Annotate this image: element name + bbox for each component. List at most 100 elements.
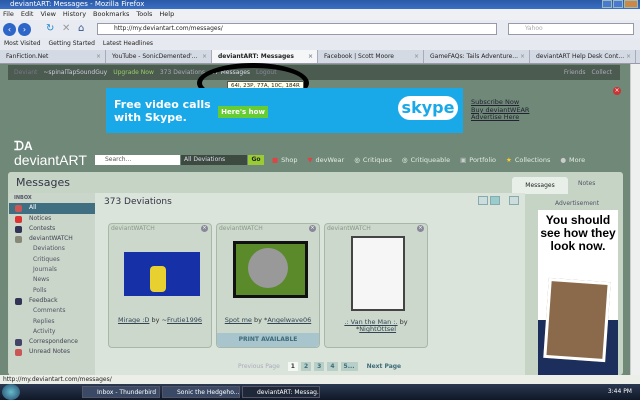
advertise-link[interactable]: Advertise Here bbox=[471, 113, 529, 122]
tab-deviantart-help[interactable]: deviantART Help Desk Cont... × bbox=[530, 50, 636, 63]
heres-how-button[interactable]: Here's how bbox=[218, 106, 268, 118]
tab-facebook[interactable]: Facebook | Scott Moore × bbox=[318, 50, 424, 63]
sidebar-item-journals[interactable]: Journals bbox=[9, 265, 95, 275]
print-available-button[interactable]: PRINT AVAILABLE bbox=[217, 333, 319, 347]
close-button[interactable] bbox=[624, 0, 638, 8]
deviation-title-link[interactable]: Mirage :D bbox=[118, 316, 149, 324]
menu-bookmarks[interactable]: Bookmarks bbox=[93, 9, 129, 20]
menu-edit[interactable]: Edit bbox=[21, 9, 34, 20]
tab-gamefaqs[interactable]: GameFAQs: Tails Adventure... × bbox=[424, 50, 530, 63]
tab-notes[interactable]: Notes bbox=[578, 180, 595, 187]
sidebar-item-contests[interactable]: Contests bbox=[9, 224, 95, 234]
maximize-button[interactable] bbox=[613, 0, 623, 8]
menu-history[interactable]: History bbox=[63, 9, 86, 20]
collect-menu[interactable]: Collect bbox=[591, 65, 612, 80]
minimize-button[interactable] bbox=[602, 0, 612, 8]
sidebar-item-news[interactable]: News bbox=[9, 275, 95, 285]
page-4[interactable]: 4 bbox=[327, 362, 338, 371]
sidebar-item-polls[interactable]: Polls bbox=[9, 286, 95, 296]
bookmark-getting-started[interactable]: Getting Started bbox=[49, 38, 95, 50]
message-card[interactable]: deviantWATCH × .: Van the Man :. by *Nigh… bbox=[324, 223, 428, 348]
sidebar-item-comments[interactable]: Comments bbox=[9, 306, 95, 316]
sidebar-item-feedback[interactable]: Feedback bbox=[9, 296, 95, 306]
thumbnail[interactable] bbox=[351, 236, 405, 311]
taskbar-sonic[interactable]: Sonic the Hedgeho... bbox=[162, 386, 240, 398]
artist-link[interactable]: Angelwave06 bbox=[267, 316, 311, 324]
sidebar-item-notices[interactable]: Notices bbox=[9, 214, 95, 224]
sidebar-item-unread-notes[interactable]: Unread Notes bbox=[9, 347, 95, 357]
taskbar-thunderbird[interactable]: Inbox - Thunderbird bbox=[82, 386, 160, 398]
menu-help[interactable]: Help bbox=[159, 9, 174, 20]
taskbar-firefox[interactable]: deviantART: Messag... bbox=[242, 386, 320, 398]
sidebar-icon bbox=[15, 205, 22, 213]
bookmark-latest-headlines[interactable]: Latest Headlines bbox=[103, 38, 153, 50]
sidebar-ad[interactable]: You should see how they look now. bbox=[538, 210, 618, 375]
username-link[interactable]: ~spinalTapSoundGuy bbox=[43, 65, 107, 80]
message-card[interactable]: deviantWATCH × Spot me by *Angelwave06 PR… bbox=[216, 223, 320, 348]
close-tab-icon[interactable]: × bbox=[308, 50, 313, 63]
sort-icon[interactable] bbox=[509, 196, 519, 205]
sidebar-item-all[interactable]: All bbox=[9, 203, 95, 214]
page-3[interactable]: 3 bbox=[314, 362, 325, 371]
close-ad-icon[interactable]: × bbox=[613, 87, 621, 95]
close-tab-icon[interactable]: × bbox=[626, 50, 631, 63]
skype-banner-ad[interactable]: Free video calls with Skype. Here's how s… bbox=[106, 88, 463, 133]
nav-devwear[interactable]: ▼ devWear bbox=[308, 155, 345, 165]
page-1[interactable]: 1 bbox=[287, 362, 298, 371]
forward-icon[interactable]: › bbox=[18, 23, 31, 36]
close-tab-icon[interactable]: × bbox=[520, 50, 525, 63]
upgrade-link[interactable]: Upgrade Now bbox=[113, 65, 154, 80]
tab-fanfiction[interactable]: FanFiction.Net × bbox=[0, 50, 106, 63]
sidebar-item-deviations[interactable]: Deviations bbox=[9, 244, 95, 254]
artist-link[interactable]: NightOttsel bbox=[359, 325, 396, 333]
site-search-input[interactable]: Search... bbox=[95, 155, 180, 165]
nav-label: Critiqueable bbox=[410, 156, 451, 164]
sidebar-item-replies[interactable]: Replies bbox=[9, 317, 95, 327]
thumbnail[interactable] bbox=[233, 241, 308, 298]
nav-shop[interactable]: ■ Shop bbox=[272, 155, 298, 165]
category-select[interactable]: All Deviations bbox=[181, 155, 247, 165]
list-view-icon[interactable] bbox=[478, 196, 488, 205]
stop-icon[interactable]: ✕ bbox=[62, 23, 70, 34]
close-tab-icon[interactable]: × bbox=[414, 50, 419, 63]
search-input[interactable]: Yahoo bbox=[508, 23, 634, 35]
nav-portfolio[interactable]: ▣ Portfolio bbox=[460, 155, 496, 165]
tab-messages[interactable]: Messages bbox=[512, 177, 568, 194]
remove-icon[interactable]: × bbox=[201, 225, 208, 232]
nav-more[interactable]: ● More bbox=[560, 155, 585, 165]
deviation-title-link[interactable]: Spot me bbox=[225, 316, 252, 324]
page-scrollbar[interactable] bbox=[630, 64, 640, 375]
next-page-link[interactable]: Next Page bbox=[367, 362, 402, 371]
menu-view[interactable]: View bbox=[40, 9, 55, 20]
remove-icon[interactable]: × bbox=[417, 225, 424, 232]
reload-icon[interactable]: ↻ bbox=[46, 23, 54, 34]
artist-link[interactable]: Frutie1996 bbox=[167, 316, 202, 324]
back-icon[interactable]: ‹ bbox=[3, 23, 16, 36]
close-tab-icon[interactable]: × bbox=[96, 50, 101, 63]
grid-view-icon[interactable] bbox=[490, 196, 500, 205]
go-button[interactable]: Go bbox=[248, 155, 264, 165]
menu-file[interactable]: File bbox=[3, 9, 14, 20]
bookmark-most-visited[interactable]: Most Visited bbox=[4, 38, 41, 50]
message-card[interactable]: deviantWATCH × Mirage :D by ~Frutie1996 bbox=[108, 223, 212, 348]
tab-deviantart-messages[interactable]: deviantART: Messages × bbox=[212, 50, 318, 63]
deviantart-logo[interactable]: ᗪA deviantART bbox=[14, 140, 87, 168]
url-input[interactable]: http://my.deviantart.com/messages/ bbox=[97, 23, 497, 35]
nav-critiqueable[interactable]: ◎ Critiqueable bbox=[402, 155, 450, 165]
remove-icon[interactable]: × bbox=[309, 225, 316, 232]
page-2[interactable]: 2 bbox=[300, 362, 312, 371]
sidebar-item-activity[interactable]: Activity bbox=[9, 327, 95, 337]
nav-critiques[interactable]: ◎ Critiques bbox=[354, 155, 392, 165]
nav-collections[interactable]: ★ Collections bbox=[506, 155, 550, 165]
home-icon[interactable]: ⌂ bbox=[78, 23, 84, 34]
menu-tools[interactable]: Tools bbox=[136, 9, 152, 20]
tab-youtube[interactable]: YouTube - SonicDemented'... × bbox=[106, 50, 212, 63]
friends-menu[interactable]: Friends bbox=[564, 65, 586, 80]
page-5[interactable]: 5... bbox=[340, 362, 358, 371]
sidebar-item-correspondence[interactable]: Correspondence bbox=[9, 337, 95, 347]
thumbnail[interactable] bbox=[124, 252, 200, 296]
sidebar-item-critiques[interactable]: Critiques bbox=[9, 255, 95, 265]
start-button[interactable] bbox=[2, 384, 20, 400]
sidebar-item-deviantwatch[interactable]: deviantWATCH bbox=[9, 234, 95, 244]
close-tab-icon[interactable]: × bbox=[202, 50, 207, 63]
